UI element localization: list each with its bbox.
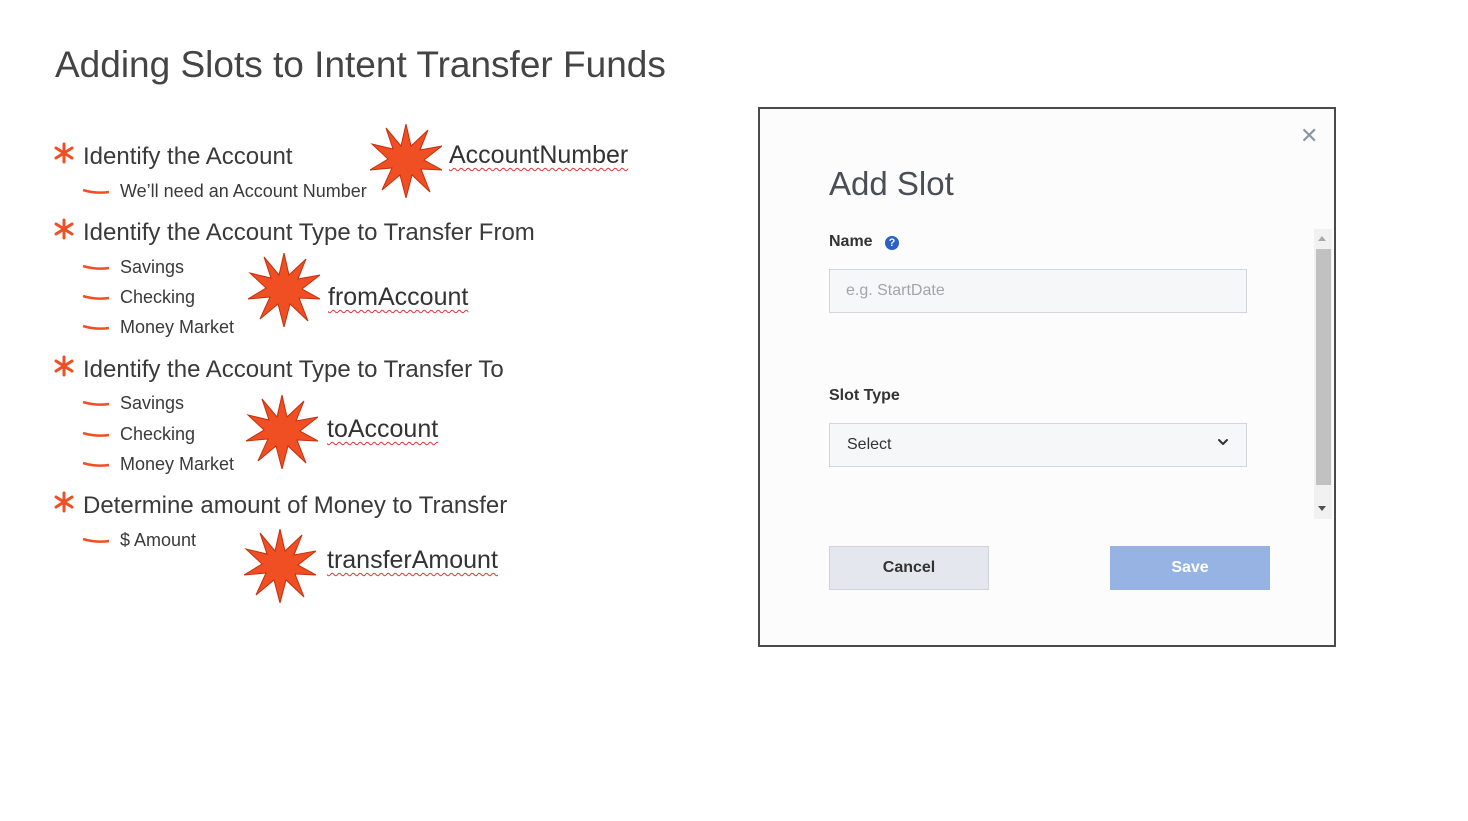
sub-bullet-money-market: Money Market xyxy=(82,317,234,338)
help-icon[interactable]: ? xyxy=(885,236,899,250)
slot-name-account-number: AccountNumber xyxy=(449,141,629,169)
starburst-icon xyxy=(248,253,320,327)
slot-type-value: Select xyxy=(847,436,892,453)
dash-bullet-icon xyxy=(82,325,110,330)
save-button[interactable]: Save xyxy=(1110,546,1270,590)
asterisk-bullet-icon xyxy=(54,142,74,164)
slide-title: Adding Slots to Intent Transfer Funds xyxy=(55,44,666,85)
bullet-determine-amount: Determine amount of Money to Transfer xyxy=(54,491,507,520)
slot-type-label: Slot Type xyxy=(829,387,900,404)
scroll-up-arrow-icon[interactable] xyxy=(1318,236,1326,241)
dash-bullet-icon xyxy=(82,538,110,543)
chevron-down-icon xyxy=(1218,439,1228,445)
dash-bullet-icon xyxy=(82,265,110,270)
sub-bullet-checking: Checking xyxy=(82,424,195,445)
sub-bullet-amount: $ Amount xyxy=(82,530,196,551)
slot-type-select[interactable]: Select xyxy=(829,423,1247,467)
name-input[interactable] xyxy=(829,269,1247,313)
slot-name-transfer-amount: transferAmount xyxy=(327,546,498,574)
sub-bullet-savings: Savings xyxy=(82,257,184,278)
starburst-icon xyxy=(244,529,316,603)
starburst-icon xyxy=(246,395,318,469)
add-slot-dialog: ✕ Add Slot Name ? Slot Type Select Cance… xyxy=(758,107,1336,647)
dash-bullet-icon xyxy=(82,462,110,467)
dash-bullet-icon xyxy=(82,401,110,406)
sub-bullet-money-market: Money Market xyxy=(82,454,234,475)
starburst-icon xyxy=(370,124,442,198)
bullet-account-type-from: Identify the Account Type to Transfer Fr… xyxy=(54,218,535,247)
cancel-button[interactable]: Cancel xyxy=(829,546,989,590)
slot-name-to-account: toAccount xyxy=(327,415,439,443)
dash-bullet-icon xyxy=(82,189,110,194)
name-label: Name xyxy=(829,233,873,250)
asterisk-bullet-icon xyxy=(54,218,74,240)
scrollbar[interactable] xyxy=(1314,229,1332,519)
slot-name-from-account: fromAccount xyxy=(328,283,469,311)
dash-bullet-icon xyxy=(82,432,110,437)
asterisk-bullet-icon xyxy=(54,355,74,377)
scrollbar-thumb[interactable] xyxy=(1316,249,1331,485)
bullet-account-type-to: Identify the Account Type to Transfer To xyxy=(54,355,504,384)
sub-bullet-savings: Savings xyxy=(82,393,184,414)
sub-bullet-checking: Checking xyxy=(82,287,195,308)
close-icon[interactable]: ✕ xyxy=(1300,123,1318,149)
dialog-title: Add Slot xyxy=(829,165,954,202)
asterisk-bullet-icon xyxy=(54,491,74,513)
scroll-down-arrow-icon[interactable] xyxy=(1318,506,1326,511)
bullet-identify-account: Identify the Account xyxy=(54,142,292,171)
dash-bullet-icon xyxy=(82,295,110,300)
sub-bullet-account-number: We’ll need an Account Number xyxy=(82,181,367,202)
